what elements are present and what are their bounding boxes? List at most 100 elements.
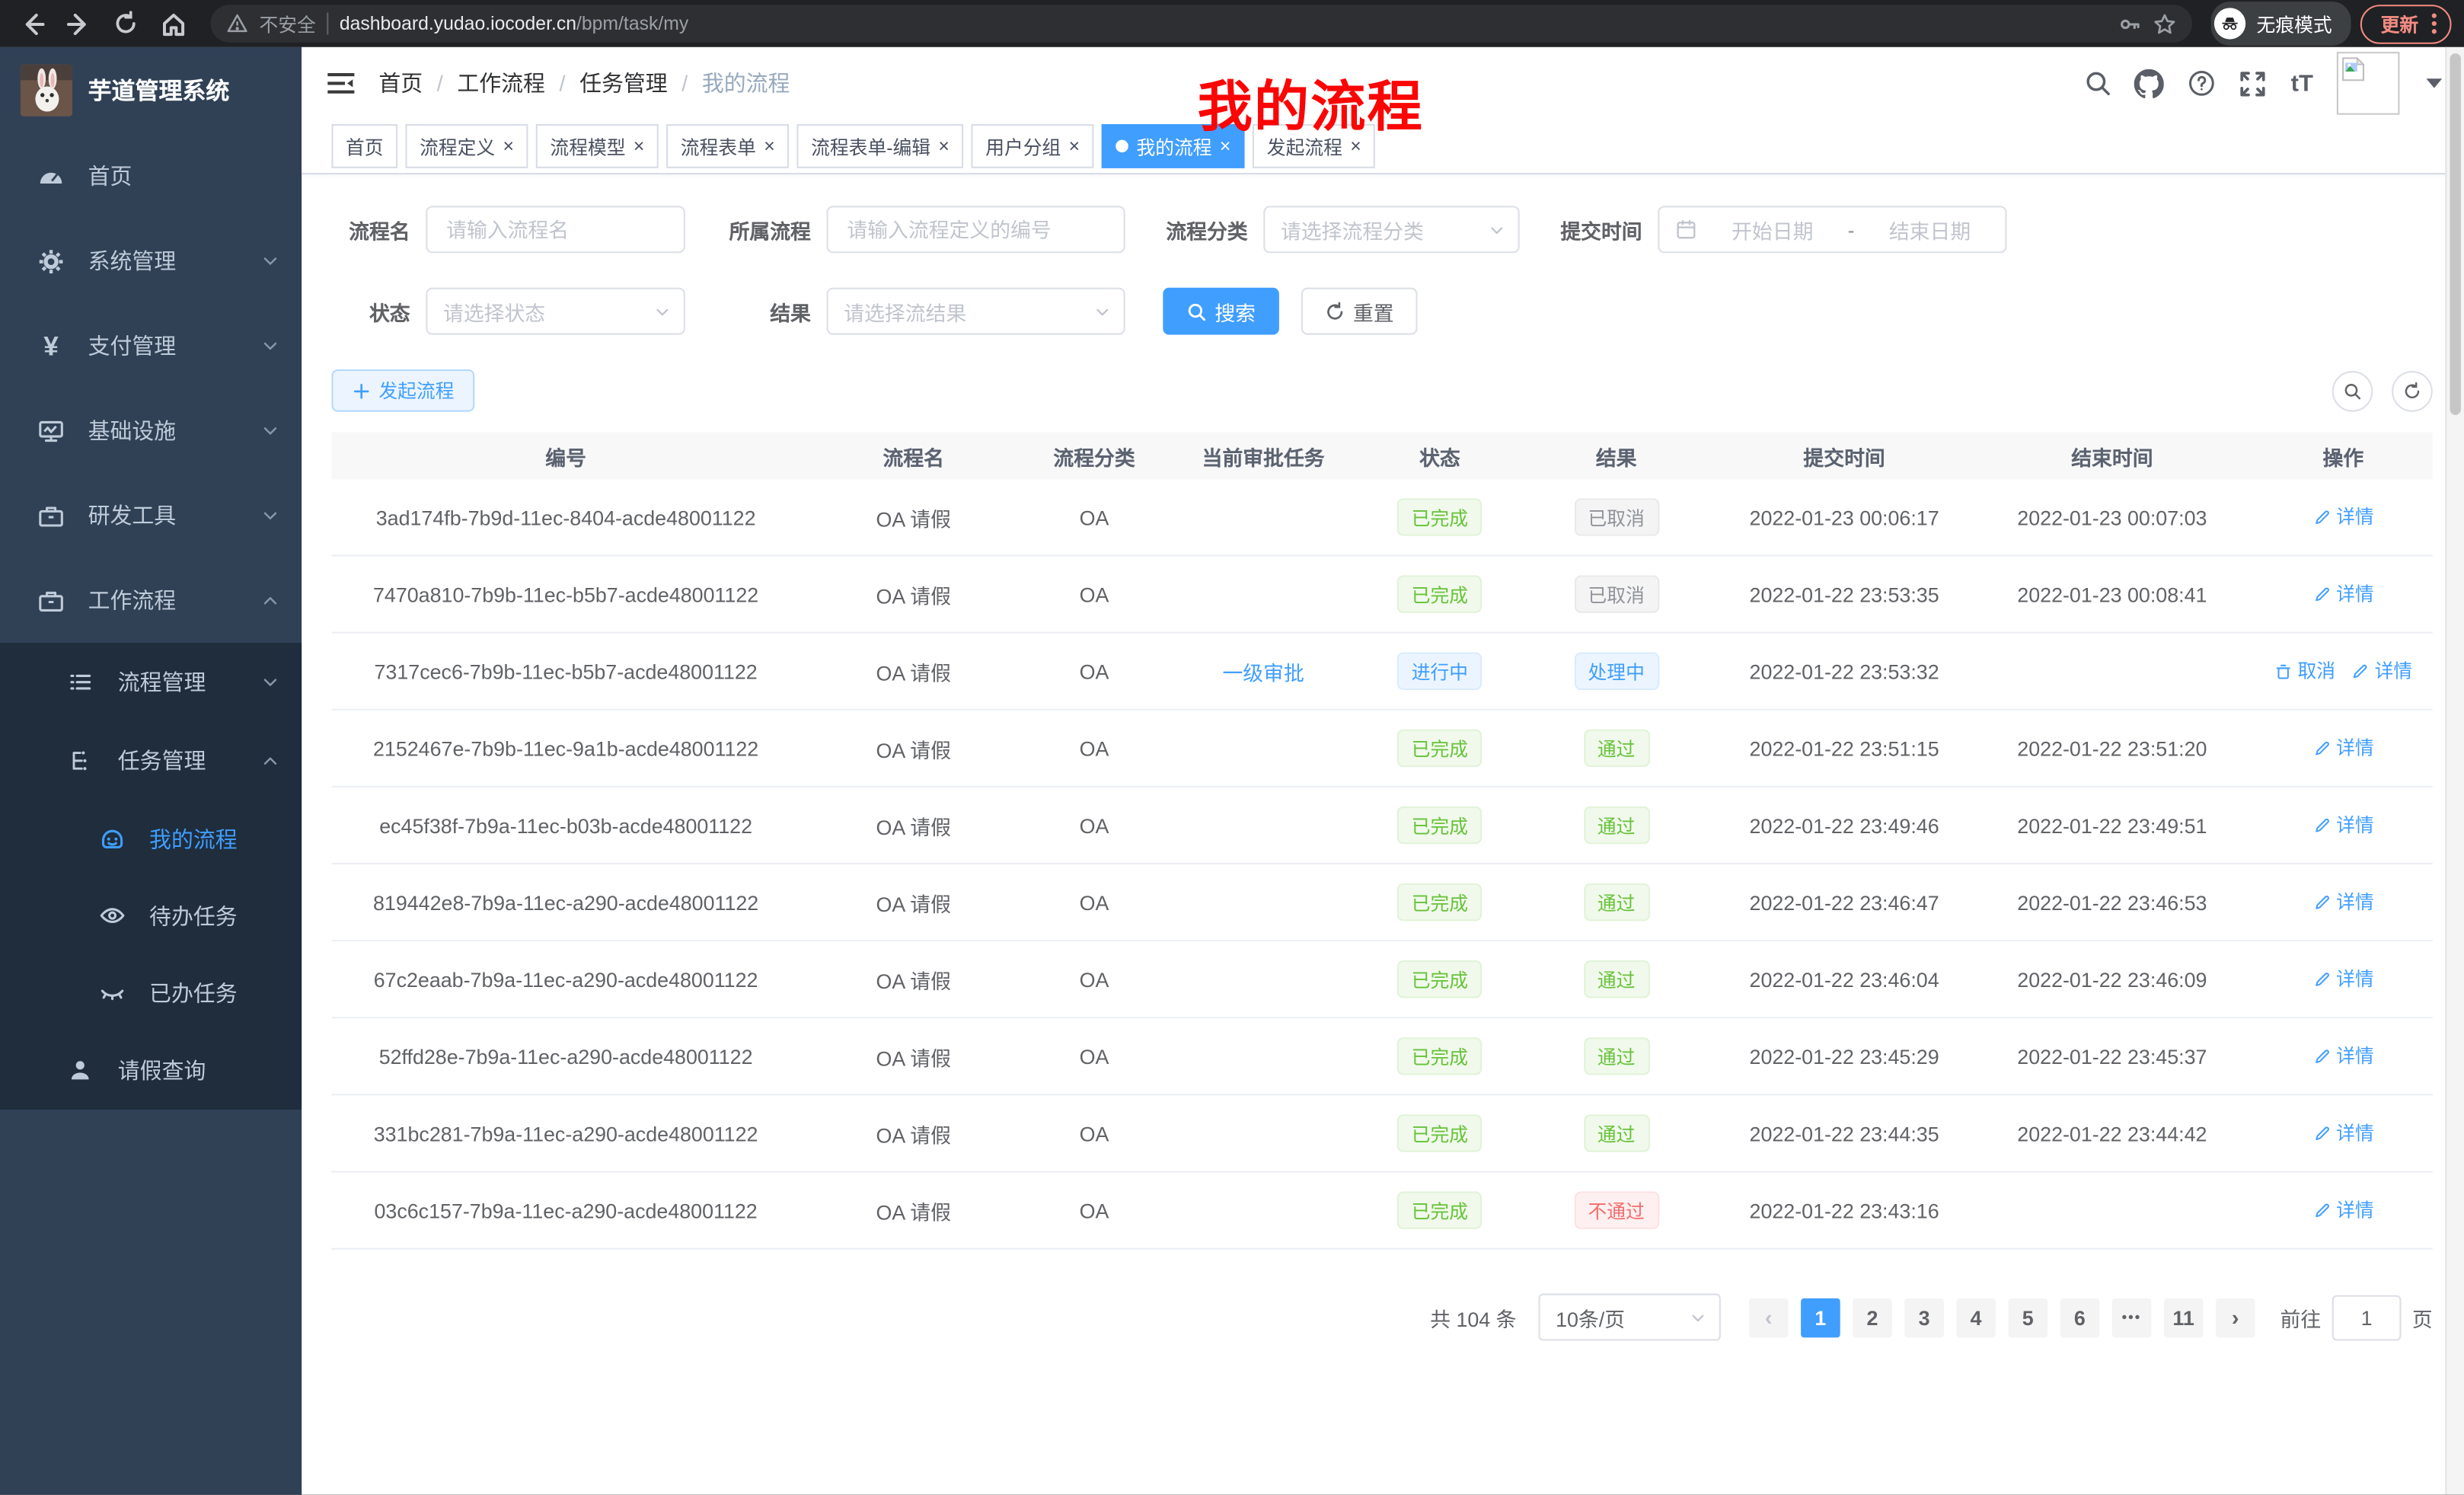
close-icon[interactable]: × xyxy=(764,137,774,156)
page-button-2[interactable]: 2 xyxy=(1853,1298,1892,1337)
result-badge: 通过 xyxy=(1583,730,1649,768)
tab-process-definition[interactable]: 流程定义× xyxy=(405,124,528,168)
active-dot xyxy=(1116,140,1129,153)
sidebar-item-payment[interactable]: ¥ 支付管理 xyxy=(0,303,302,388)
refresh-table-button[interactable] xyxy=(2392,370,2433,411)
detail-link[interactable]: 详情 xyxy=(2312,889,2374,915)
detail-link[interactable]: 详情 xyxy=(2312,1196,2374,1223)
star-icon[interactable] xyxy=(2153,11,2176,35)
page-button-4[interactable]: 4 xyxy=(1956,1298,1996,1337)
total-count: 共 104 条 xyxy=(1430,1302,1516,1332)
forward-icon[interactable] xyxy=(59,5,97,43)
url-bar[interactable]: 不安全 dashboard.yudao.iocoder.cn/bpm/task/… xyxy=(211,5,2192,43)
search-icon[interactable] xyxy=(2083,69,2111,97)
reset-button[interactable]: 重置 xyxy=(1301,288,1418,335)
close-icon[interactable]: × xyxy=(1220,137,1230,156)
sidebar-item-devtools[interactable]: 研发工具 xyxy=(0,473,302,557)
sidebar-item-leave-query[interactable]: 请假查询 xyxy=(0,1031,302,1110)
current-task-link[interactable]: 一级审批 xyxy=(1222,661,1304,685)
toggle-search-button[interactable] xyxy=(2332,370,2373,411)
page-more-button[interactable]: ••• xyxy=(2112,1298,2152,1337)
github-icon[interactable] xyxy=(2135,69,2163,97)
close-icon[interactable]: × xyxy=(634,137,644,156)
goto-page-input[interactable] xyxy=(2332,1295,2402,1340)
breadcrumb-home[interactable]: 首页 xyxy=(378,68,423,99)
font-size-icon[interactable]: tT xyxy=(2291,70,2313,97)
caret-down-icon[interactable] xyxy=(2427,78,2443,88)
sidebar-item-workflow[interactable]: 工作流程 xyxy=(0,558,302,643)
tab-process-form[interactable]: 流程表单× xyxy=(666,124,789,168)
back-icon[interactable] xyxy=(13,5,51,43)
search-icon xyxy=(1186,301,1207,321)
fullscreen-icon[interactable] xyxy=(2239,69,2268,97)
process-definition-input[interactable] xyxy=(844,216,1108,243)
toolbox-icon xyxy=(38,502,65,529)
search-button[interactable]: 搜索 xyxy=(1163,288,1279,335)
detail-link[interactable]: 详情 xyxy=(2312,966,2374,992)
chevron-down-icon xyxy=(1488,221,1505,238)
security-label: 不安全 xyxy=(260,10,316,37)
scrollbar-thumb[interactable] xyxy=(2450,53,2460,415)
detail-link[interactable]: 详情 xyxy=(2312,580,2374,607)
detail-link[interactable]: 详情 xyxy=(2351,657,2413,684)
sidebar-item-home[interactable]: 首页 xyxy=(0,133,302,218)
sidebar-item-task-mgmt[interactable]: 任务管理 xyxy=(0,721,302,800)
detail-link[interactable]: 详情 xyxy=(2312,1120,2374,1146)
tab-process-form-edit[interactable]: 流程表单-编辑× xyxy=(797,124,964,168)
yen-icon: ¥ xyxy=(38,332,65,359)
key-icon[interactable] xyxy=(2118,11,2142,35)
page-size-select[interactable]: 10条/页 xyxy=(1538,1294,1720,1341)
hamburger-fold-icon[interactable] xyxy=(325,68,356,99)
table-toolbar: 发起流程 xyxy=(331,369,2432,412)
category-select[interactable]: 请选择流程分类 xyxy=(1263,206,1519,253)
filter-label-result: 结果 xyxy=(723,296,811,326)
tab-user-group[interactable]: 用户分组× xyxy=(972,124,1094,168)
sidebar-item-todo-tasks[interactable]: 待办任务 xyxy=(0,877,302,954)
close-icon[interactable]: × xyxy=(938,137,949,156)
chevron-down-icon xyxy=(261,506,280,525)
close-icon[interactable]: × xyxy=(503,137,513,156)
help-icon[interactable] xyxy=(2187,69,2215,97)
detail-link[interactable]: 详情 xyxy=(2312,811,2374,838)
sidebar-item-process-mgmt[interactable]: 流程管理 xyxy=(0,643,302,721)
tab-start-process[interactable]: 发起流程× xyxy=(1253,124,1375,168)
detail-link[interactable]: 详情 xyxy=(2312,503,2374,530)
result-select[interactable]: 请选择流结果 xyxy=(827,288,1125,335)
detail-link[interactable]: 详情 xyxy=(2312,734,2374,761)
breadcrumb-task-mgmt[interactable]: 任务管理 xyxy=(579,68,668,99)
sidebar-item-done-tasks[interactable]: 已办任务 xyxy=(0,954,302,1031)
prev-page-button[interactable]: ‹ xyxy=(1749,1298,1789,1337)
sidebar-item-system[interactable]: 系统管理 xyxy=(0,219,302,303)
browser-update-button[interactable]: 更新 xyxy=(2360,4,2452,43)
home-icon[interactable] xyxy=(154,5,192,43)
page-button-3[interactable]: 3 xyxy=(1904,1298,1944,1337)
tab-my-process[interactable]: 我的流程× xyxy=(1102,124,1245,168)
tab-home[interactable]: 首页 xyxy=(331,124,397,168)
more-vertical-icon[interactable] xyxy=(2431,11,2437,36)
next-page-button[interactable]: › xyxy=(2216,1298,2255,1337)
cancel-link[interactable]: 取消 xyxy=(2274,657,2336,684)
breadcrumb-workflow[interactable]: 工作流程 xyxy=(457,68,545,99)
process-name-input[interactable] xyxy=(443,216,668,243)
create-process-button[interactable]: 发起流程 xyxy=(331,369,474,412)
sidebar-item-my-process[interactable]: 我的流程 xyxy=(0,800,302,877)
app-logo[interactable]: 芋道管理系统 xyxy=(0,47,302,134)
close-icon[interactable]: × xyxy=(1350,137,1361,156)
avatar[interactable] xyxy=(2337,52,2400,115)
page-button-5[interactable]: 5 xyxy=(2008,1298,2047,1337)
reload-icon[interactable] xyxy=(107,5,145,43)
browser-toolbar: 不安全 dashboard.yudao.iocoder.cn/bpm/task/… xyxy=(0,0,2464,47)
sidebar-item-infra[interactable]: 基础设施 xyxy=(0,388,302,473)
page-button-6[interactable]: 6 xyxy=(2060,1298,2100,1337)
close-icon[interactable]: × xyxy=(1069,137,1080,156)
table-row: 7470a810-7b9b-11ec-b5b7-acde48001122 OA … xyxy=(331,557,2432,634)
tab-process-model[interactable]: 流程模型× xyxy=(536,124,659,168)
app-header: 首页 / 工作流程 / 任务管理 / 我的流程 我的流程 tT xyxy=(302,47,2464,120)
date-range-picker[interactable]: 开始日期 - 结束日期 xyxy=(1658,206,2006,253)
page-button-11[interactable]: 11 xyxy=(2164,1298,2204,1337)
detail-link[interactable]: 详情 xyxy=(2312,1043,2374,1069)
status-select[interactable]: 请选择状态 xyxy=(426,288,685,335)
scrollbar[interactable] xyxy=(2445,47,2464,1495)
page-button-1[interactable]: 1 xyxy=(1801,1298,1840,1337)
result-badge: 通过 xyxy=(1583,883,1649,922)
